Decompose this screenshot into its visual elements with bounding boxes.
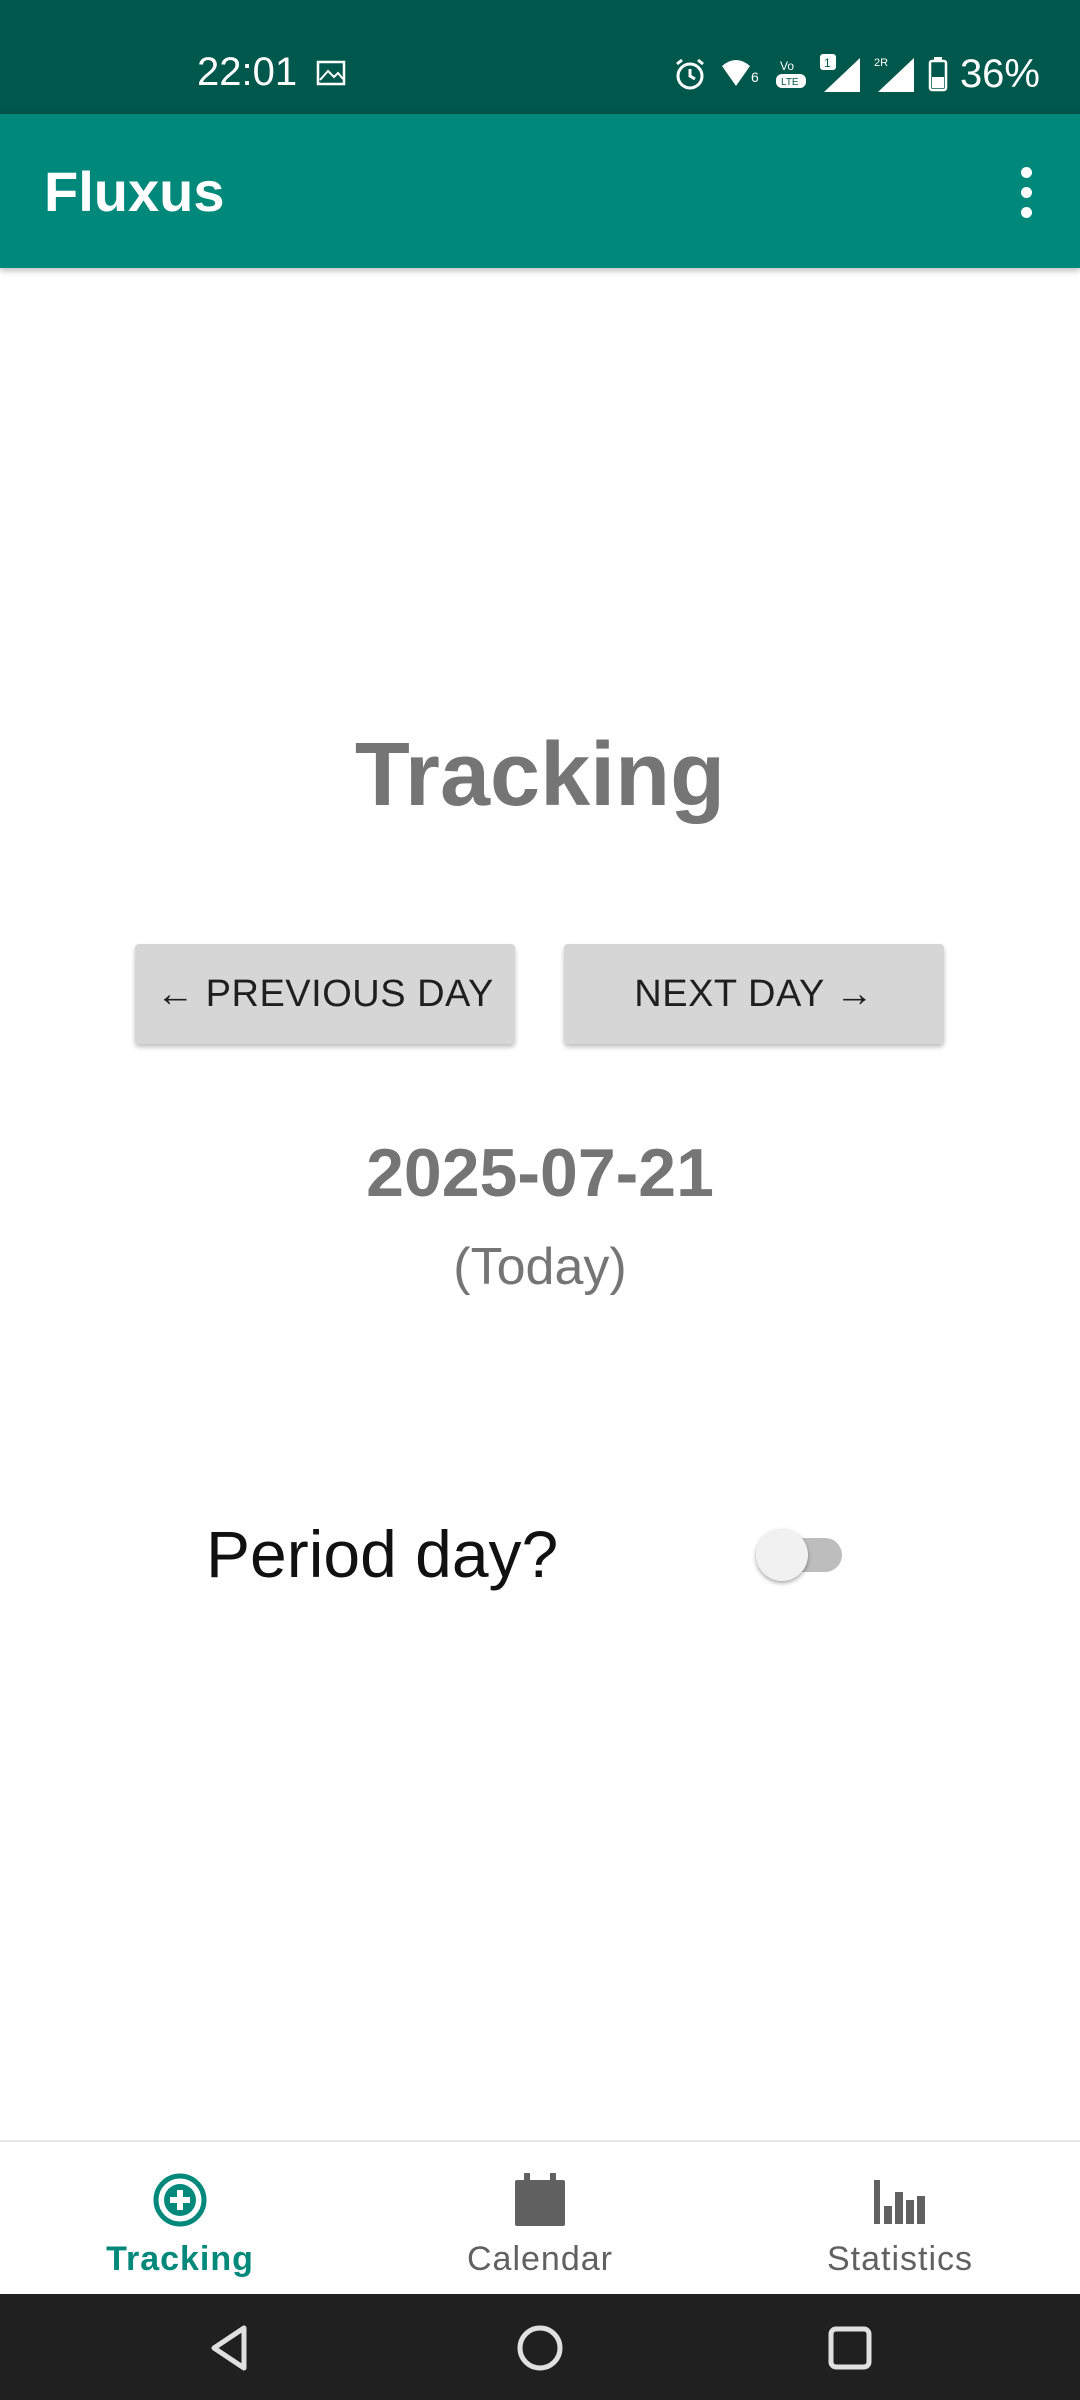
system-navigation-bar: [0, 2294, 1080, 2400]
alarm-icon: [676, 58, 704, 90]
svg-text:2R: 2R: [874, 57, 888, 69]
previous-day-button[interactable]: ← PREVIOUS DAY: [135, 944, 515, 1044]
svg-text:1: 1: [824, 56, 831, 70]
nav-tracking-label: Tracking: [106, 2240, 254, 2278]
bottom-navigation: Tracking Calendar Statistics: [0, 2140, 1080, 2296]
signal-sim1-icon: 1: [819, 54, 860, 92]
battery-percent: 36%: [959, 52, 1040, 96]
nav-statistics[interactable]: Statistics: [720, 2142, 1080, 2296]
nav-statistics-label: Statistics: [826, 2240, 974, 2278]
status-icons: 6 Vo LTE 1 2R 36%: [672, 50, 1040, 98]
more-vert-icon[interactable]: [990, 152, 1062, 232]
bar-chart-icon: [874, 2180, 925, 2224]
status-bar: 22:01 6 Vo LTE 1 2R 36%: [0, 0, 1080, 114]
svg-text:Vo: Vo: [780, 59, 794, 73]
app-bar: Fluxus: [0, 114, 1080, 268]
period-day-toggle[interactable]: [756, 1524, 842, 1581]
back-icon[interactable]: [202, 2320, 258, 2376]
next-day-button[interactable]: NEXT DAY →: [564, 944, 944, 1044]
status-time: 22:01: [197, 50, 298, 94]
wifi-icon: 6: [721, 60, 759, 86]
today-indicator: (Today): [453, 1238, 627, 1296]
add-circle-icon: [153, 2173, 207, 2227]
app-title: Fluxus: [44, 160, 225, 223]
home-icon[interactable]: [512, 2320, 568, 2376]
volte-icon: Vo LTE: [775, 59, 806, 88]
nav-tracking[interactable]: Tracking: [0, 2142, 360, 2296]
nav-calendar-label: Calendar: [467, 2240, 613, 2278]
nav-calendar[interactable]: Calendar: [360, 2142, 720, 2296]
calendar-icon: [515, 2173, 565, 2226]
battery-icon: [928, 57, 948, 92]
page-title: Tracking: [354, 725, 726, 825]
image-notification-icon: [316, 60, 346, 86]
period-day-label: Period day?: [206, 1517, 559, 1591]
signal-sim2-icon: 2R: [874, 57, 914, 92]
selected-date: 2025-07-21: [366, 1135, 714, 1211]
svg-text:LTE: LTE: [781, 77, 799, 88]
svg-text:6: 6: [751, 69, 759, 85]
recents-icon[interactable]: [822, 2320, 878, 2376]
